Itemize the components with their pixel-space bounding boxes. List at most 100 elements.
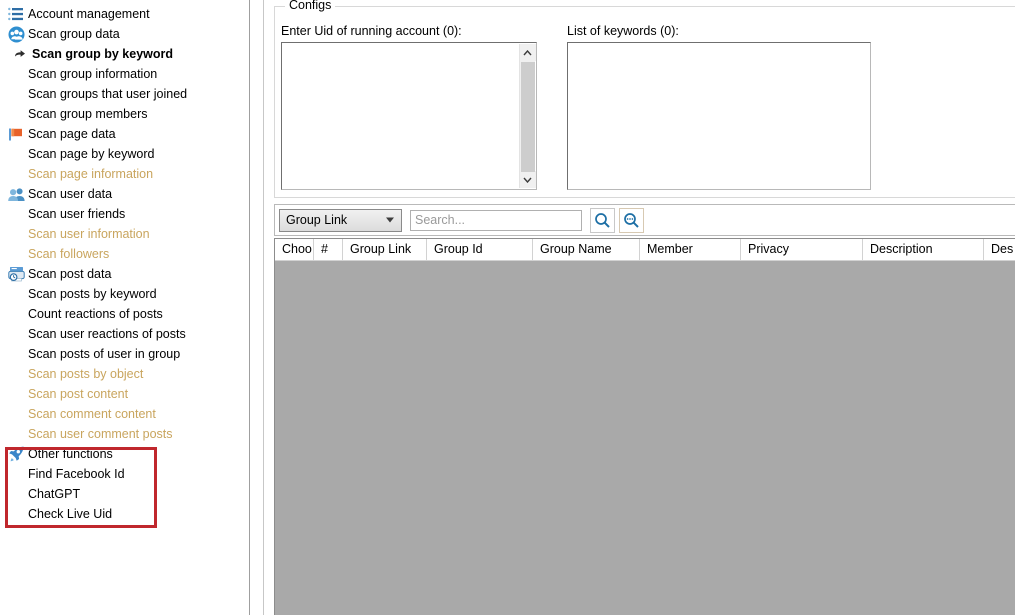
scroll-down-icon[interactable] (519, 171, 536, 188)
sidebar-item-label: Scan user friends (28, 207, 126, 221)
sidebar-item-label: Account management (28, 7, 150, 21)
uid-scrollbar[interactable] (519, 44, 536, 188)
grid-column-header[interactable]: # (314, 239, 343, 260)
flag-icon (6, 125, 26, 143)
sidebar-item-scan-page-by-keyword[interactable]: Scan page by keyword (0, 144, 249, 164)
grid-column-header[interactable]: Member (640, 239, 741, 260)
main-content: Configs Enter Uid of running account (0)… (264, 0, 1015, 615)
sidebar-item-find-facebook-id[interactable]: Find Facebook Id (0, 464, 249, 484)
sidebar-item-scan-posts-by-object[interactable]: Scan posts by object (0, 364, 249, 384)
sidebar-item-label: Scan user reactions of posts (28, 327, 186, 341)
keywords-label: List of keywords (0): (567, 24, 679, 38)
keywords-field: List of keywords (0): (567, 24, 871, 190)
chevron-down-icon (386, 217, 394, 223)
sidebar-item-label: Scan comment content (28, 407, 156, 421)
configs-groupbox-title: Configs (285, 0, 336, 12)
sidebar-item-chatgpt[interactable]: ChatGPT (0, 484, 249, 504)
sidebar-item-label: Scan group by keyword (32, 47, 174, 61)
sidebar-item-scan-group-data[interactable]: Scan group data (0, 24, 249, 44)
sidebar-item-label: Scan post data (28, 267, 112, 281)
configs-groupbox: Configs Enter Uid of running account (0)… (274, 0, 1015, 198)
sidebar-item-scan-post-content[interactable]: Scan post content (0, 384, 249, 404)
results-grid: Choo # Group Link Group Id Group Name Member P… (274, 238, 1015, 615)
sidebar-item-scan-user-data[interactable]: Scan user data (0, 184, 249, 204)
sidebar-item-label: Count reactions of posts (28, 307, 163, 321)
sidebar-item-scan-posts-by-keyword[interactable]: Scan posts by keyword (0, 284, 249, 304)
sidebar-item-other-functions[interactable]: Other functions (0, 444, 249, 464)
grid-column-header[interactable]: Group Link (343, 239, 427, 260)
uid-label: Enter Uid of running account (0): (281, 24, 462, 38)
cursor-icon (10, 45, 30, 63)
sidebar-item-label: Scan followers (28, 247, 110, 261)
application-window: Account management Scan group data Scan gr… (0, 0, 1015, 615)
sidebar-item-label: Scan group information (28, 67, 158, 81)
search-input[interactable] (410, 209, 582, 231)
search-options-icon (624, 212, 639, 228)
sidebar-item-label: Find Facebook Id (28, 467, 125, 481)
sidebar-item-scan-page-information[interactable]: Scan page information (0, 164, 249, 184)
sidebar-item-scan-posts-of-user-in-group[interactable]: Scan posts of user in group (0, 344, 249, 364)
sidebar-item-label: Scan user comment posts (28, 427, 173, 441)
search-button[interactable] (590, 207, 615, 233)
sidebar-item-account-management[interactable]: Account management (0, 4, 249, 24)
sidebar-item-label: Scan user data (28, 187, 113, 201)
grid-header-row: Choo # Group Link Group Id Group Name Member P… (275, 239, 1015, 261)
sidebar-item-label: Scan posts by keyword (28, 287, 157, 301)
sidebar-item-label: Scan groups that user joined (28, 87, 188, 101)
sidebar-item-scan-user-reactions-of-posts[interactable]: Scan user reactions of posts (0, 324, 249, 344)
sidebar-item-scan-followers[interactable]: Scan followers (0, 244, 249, 264)
sidebar-item-label: Scan page by keyword (28, 147, 155, 161)
scrollbar-thumb[interactable] (521, 62, 535, 172)
grid-column-header[interactable]: Privacy (741, 239, 863, 260)
uid-input[interactable] (282, 43, 536, 189)
list-icon (6, 5, 26, 23)
sidebar-item-label: Scan page information (28, 167, 154, 181)
sidebar-navigation: Account management Scan group data Scan gr… (0, 0, 250, 615)
sidebar-item-scan-user-information[interactable]: Scan user information (0, 224, 249, 244)
group-icon (6, 25, 26, 43)
sidebar-item-scan-group-by-keyword[interactable]: Scan group by keyword (0, 44, 249, 64)
sidebar-item-scan-group-members[interactable]: Scan group members (0, 104, 249, 124)
sidebar-item-label: Scan group members (28, 107, 148, 121)
sidebar-item-label: Scan post content (28, 387, 129, 401)
content-top-edge (264, 0, 1015, 1)
sidebar-item-label: Check Live Uid (28, 507, 113, 521)
keywords-input[interactable] (568, 43, 870, 189)
grid-empty-body (275, 261, 1015, 615)
sidebar-item-label: Scan posts of user in group (28, 347, 181, 361)
grid-column-header[interactable]: Des (984, 239, 1015, 260)
sidebar-item-scan-user-comment-posts[interactable]: Scan user comment posts (0, 424, 249, 444)
sidebar-item-scan-page-data[interactable]: Scan page data (0, 124, 249, 144)
sidebar-item-scan-group-information[interactable]: Scan group information (0, 64, 249, 84)
sidebar-item-label: Other functions (28, 447, 113, 461)
search-field-select-value: Group Link (286, 213, 348, 227)
grid-column-header[interactable]: Description (863, 239, 984, 260)
sidebar-item-count-reactions-of-posts[interactable]: Count reactions of posts (0, 304, 249, 324)
users-icon (6, 185, 26, 203)
post-clock-icon (6, 265, 26, 283)
sidebar-item-check-live-uid[interactable]: Check Live Uid (0, 504, 249, 524)
sidebar-item-label: Scan page data (28, 127, 116, 141)
uid-textarea-wrapper (281, 42, 537, 190)
grid-column-header[interactable]: Choo (275, 239, 314, 260)
sidebar-item-label: Scan posts by object (28, 367, 144, 381)
search-toolbar: Group Link (274, 204, 1015, 236)
sidebar-splitter[interactable] (250, 0, 264, 615)
grid-column-header[interactable]: Group Id (427, 239, 533, 260)
sidebar-item-label: Scan user information (28, 227, 150, 241)
uid-field: Enter Uid of running account (0): (281, 24, 537, 190)
sidebar-tree: Account management Scan group data Scan gr… (0, 0, 249, 524)
sidebar-item-scan-groups-that-user-joined[interactable]: Scan groups that user joined (0, 84, 249, 104)
sidebar-item-scan-post-data[interactable]: Scan post data (0, 264, 249, 284)
sidebar-item-scan-comment-content[interactable]: Scan comment content (0, 404, 249, 424)
grid-column-header[interactable]: Group Name (533, 239, 640, 260)
sidebar-item-label: ChatGPT (28, 487, 81, 501)
search-field-select[interactable]: Group Link (279, 208, 402, 232)
sidebar-item-scan-user-friends[interactable]: Scan user friends (0, 204, 249, 224)
scroll-up-icon[interactable] (519, 44, 536, 61)
search-icon (595, 212, 610, 228)
advanced-search-button[interactable] (619, 207, 644, 233)
sidebar-item-label: Scan group data (28, 27, 120, 41)
rocket-icon (6, 445, 26, 463)
keywords-textarea-wrapper (567, 42, 871, 190)
